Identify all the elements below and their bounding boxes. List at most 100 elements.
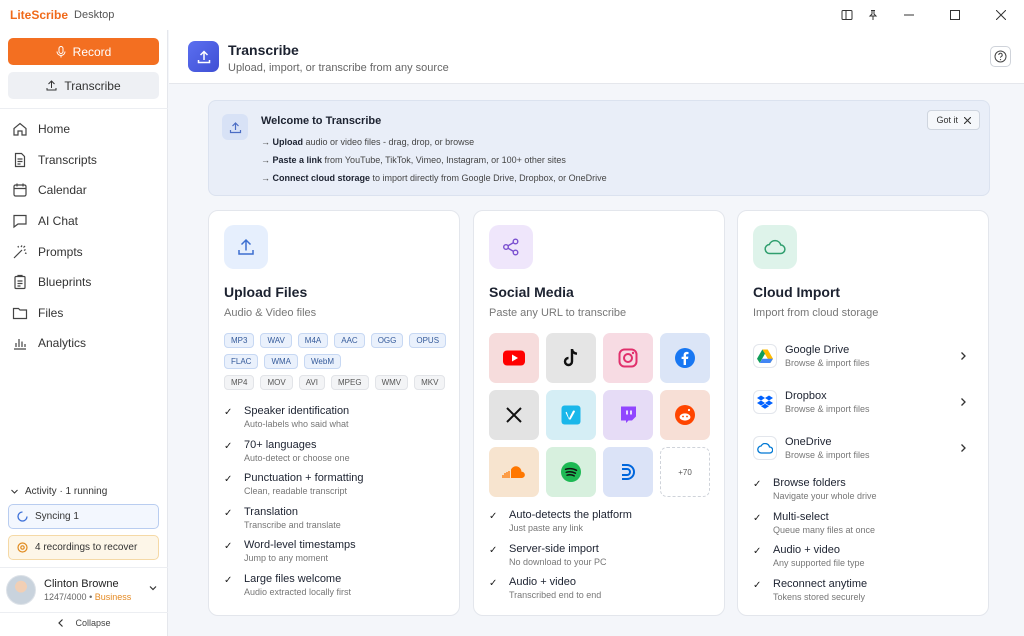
collapse-label: Collapse <box>75 618 111 628</box>
feature-item: ✓ Browse folders Navigate your whole drive <box>753 477 978 511</box>
minimize-icon[interactable] <box>886 0 932 30</box>
format-chip: AVI <box>298 375 325 390</box>
feature-desc: No download to your PC <box>509 556 607 567</box>
welcome-title: Welcome to Transcribe <box>261 115 382 127</box>
welcome-line: → Paste a link from YouTube, TikTok, Vim… <box>261 155 566 165</box>
tiktok-tile[interactable] <box>546 333 596 383</box>
check-icon: ✓ <box>224 541 233 553</box>
record-button[interactable]: Record <box>8 38 159 65</box>
page-title: Transcribe <box>228 42 299 58</box>
check-icon: ✓ <box>489 511 498 522</box>
sidebar-item-calendar[interactable]: Calendar <box>0 175 168 206</box>
check-icon: ✓ <box>224 440 233 452</box>
pin-icon[interactable] <box>860 0 886 30</box>
feature-title: Word-level timestamps <box>244 539 356 552</box>
check-icon: ✓ <box>753 546 762 558</box>
sidebar-item-ai-chat[interactable]: AI Chat <box>0 206 168 237</box>
chevron-left-icon <box>58 619 64 627</box>
feature-item: ✓ 70+ languages Auto-detect or choose one <box>224 439 449 473</box>
soundcloud-tile[interactable] <box>489 447 539 497</box>
upload-files-card[interactable]: Upload Files Audio & Video files MP3 WAV… <box>208 210 460 616</box>
sidebar-item-home[interactable]: Home <box>0 114 168 145</box>
format-chip: OGG <box>370 333 404 348</box>
sidebar-item-label: AI Chat <box>38 214 79 229</box>
card-subtitle: Audio & Video files <box>224 307 317 319</box>
close-icon[interactable] <box>978 0 1024 30</box>
feature-list: ✓ Speaker identification Auto-labels who s… <box>224 405 449 607</box>
collapse-button[interactable]: Collapse <box>0 618 168 628</box>
feature-title: Audio + video <box>509 576 576 589</box>
feature-desc: Just paste any link <box>509 523 584 533</box>
feature-item: ✓ Audio + video Transcribed end to end <box>489 576 714 610</box>
syncing-status[interactable]: Syncing 1 <box>8 504 159 529</box>
app-name: LiteScribe <box>10 8 69 22</box>
social-media-card[interactable]: Social Media Paste any URL to transcribe <box>473 210 725 616</box>
sidebar-item-transcripts[interactable]: Transcripts <box>0 145 168 176</box>
app-mode: Desktop <box>74 9 115 21</box>
twitch-tile[interactable] <box>603 390 653 440</box>
reddit-tile[interactable] <box>660 390 710 440</box>
cloud-provider-list: Google Drive Browse & import files Dropbo… <box>753 333 975 471</box>
feature-item: ✓ Speaker identification Auto-labels who s… <box>224 405 449 439</box>
calendar-icon <box>13 183 27 198</box>
avatar <box>6 575 36 605</box>
got-it-button[interactable]: Got it <box>927 110 980 130</box>
sidebar-item-blueprints[interactable]: Blueprints <box>0 267 168 298</box>
youtube-tile[interactable] <box>489 333 539 383</box>
facebook-tile[interactable] <box>660 333 710 383</box>
sidebar-item-prompts[interactable]: Prompts <box>0 236 168 267</box>
microphone-icon <box>56 45 66 57</box>
format-chip: MOV <box>260 375 293 390</box>
usage-count: 1247/4000 <box>44 592 87 602</box>
check-icon: ✓ <box>224 574 233 586</box>
onedrive-item[interactable]: OneDrive Browse & import files <box>753 425 975 471</box>
dailymotion-tile[interactable] <box>603 447 653 497</box>
instagram-tile[interactable] <box>603 333 653 383</box>
transcribe-button[interactable]: Transcribe <box>8 72 159 99</box>
feature-title: Translation <box>244 505 299 518</box>
maximize-icon[interactable] <box>932 0 978 30</box>
card-title: Social Media <box>489 284 574 300</box>
provider-desc: Browse & import files <box>785 358 870 368</box>
user-menu[interactable]: Clinton Browne 1247/4000 • Business <box>6 573 162 607</box>
recover-recordings[interactable]: 4 recordings to recover <box>8 535 159 560</box>
check-icon: ✓ <box>753 512 762 524</box>
twitch-icon <box>621 406 636 423</box>
format-chip: FLAC <box>224 354 259 369</box>
dropbox-item[interactable]: Dropbox Browse & import files <box>753 379 975 425</box>
vimeo-tile[interactable] <box>546 390 596 440</box>
help-button[interactable] <box>990 46 1011 67</box>
sidebar-toggle-icon[interactable] <box>834 0 860 30</box>
check-icon: ✓ <box>489 578 498 590</box>
cloud-import-card[interactable]: Cloud Import Import from cloud storage G… <box>737 210 989 616</box>
spotify-tile[interactable] <box>546 447 596 497</box>
card-title: Cloud Import <box>753 284 841 300</box>
google-drive-item[interactable]: Google Drive Browse & import files <box>753 333 975 379</box>
spinner-icon <box>17 511 28 522</box>
format-chip: MP4 <box>224 375 255 390</box>
wand-icon <box>13 244 27 259</box>
more-platforms-tile[interactable]: +70 <box>660 447 710 497</box>
format-chips: MP3 WAV M4A AAC OGG OPUS FLAC WMA WebM M… <box>224 333 449 396</box>
dailymotion-icon <box>622 464 635 480</box>
x-tile[interactable] <box>489 390 539 440</box>
welcome-line: → Upload audio or video files - drag, dr… <box>261 137 475 147</box>
feature-desc: Transcribe and translate <box>244 519 341 530</box>
format-chip: MKV <box>414 375 446 390</box>
divider <box>0 108 168 109</box>
feature-item: ✓ Auto-detects the platform Just paste any… <box>489 509 714 543</box>
check-icon: ✓ <box>753 579 762 591</box>
format-chip: WMA <box>264 354 299 369</box>
format-chip: MP3 <box>224 333 255 348</box>
activity-toggle[interactable]: Activity · 1 running <box>10 486 107 497</box>
card-subtitle: Paste any URL to transcribe <box>489 307 627 319</box>
transcribe-label: Transcribe <box>64 78 121 93</box>
sidebar-item-files[interactable]: Files <box>0 298 168 329</box>
instagram-icon <box>618 348 638 368</box>
feature-desc: Tokens stored securely <box>773 591 866 602</box>
chevron-right-icon <box>961 352 966 360</box>
check-icon: ✓ <box>753 479 762 490</box>
feature-desc: Jump to any moment <box>244 553 329 564</box>
sidebar-item-analytics[interactable]: Analytics <box>0 328 168 359</box>
chevron-down-icon <box>149 586 157 591</box>
